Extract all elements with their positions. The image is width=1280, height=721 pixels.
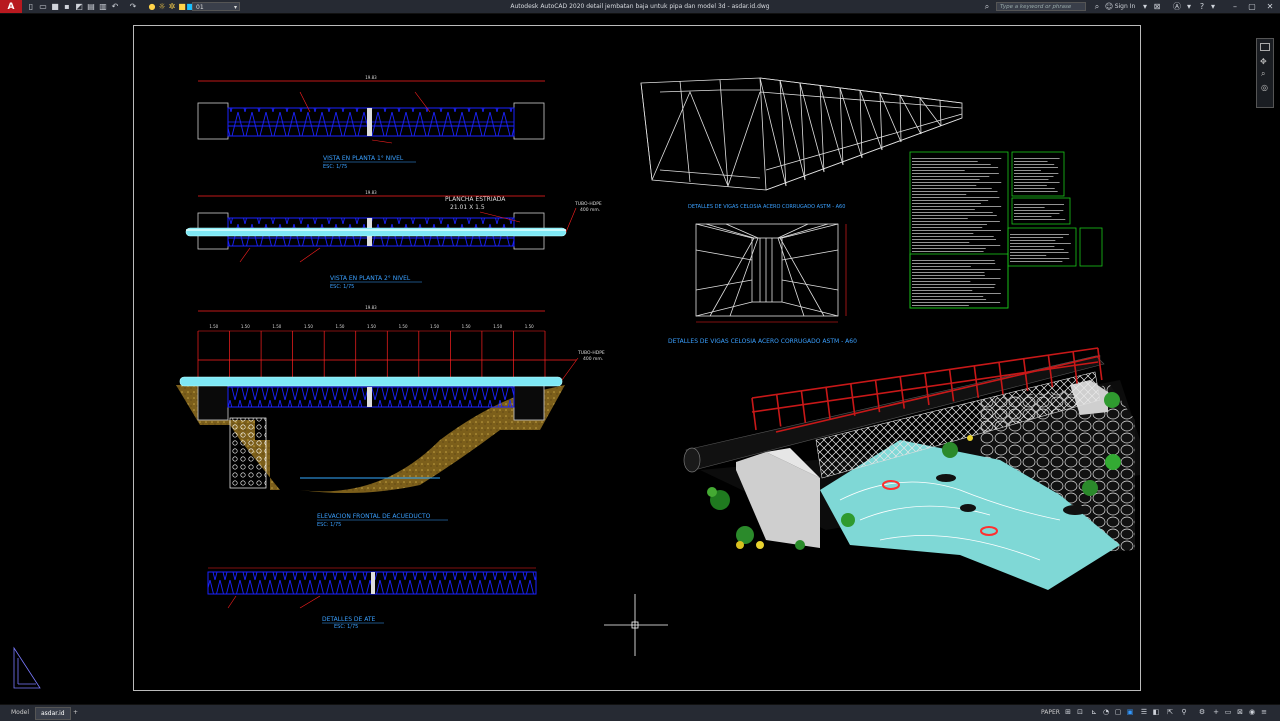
spacing-label: 1.50 [430,324,439,329]
help-icon[interactable]: ? [1197,0,1207,13]
plan-view-level-2: 19.83 PLANCHA ESTRIADA 21.01 X 1.5 TUBO-… [185,190,602,290]
snap-icon[interactable]: ⊡ [1076,708,1084,717]
truss-detail: DETALLES DE ATE ESC: 1/75 [207,567,537,630]
tubo-label-1: TUBO-HDPE [574,201,602,207]
spacing-label: 1.50 [399,324,408,329]
web-icon[interactable]: ◩ [74,0,84,13]
freeze-icon[interactable]: ✲ [167,0,177,13]
print-icon[interactable]: ▤ [86,0,96,13]
polar-icon[interactable]: ◔ [1102,708,1110,717]
elevation-scale: ESC: 1/75 [317,522,341,528]
new-file-icon[interactable]: ▯ [26,0,36,13]
plan2-scale: ESC: 1/75 [330,284,354,290]
bridge-3d-model [683,347,1140,590]
annotation-scale-icon[interactable]: ⚲ [1180,708,1188,717]
maximize-icon[interactable]: ▢ [1247,0,1257,13]
dim-top-1: 19.83 [365,75,377,80]
selection-cycling-icon[interactable]: ⇱ [1166,708,1174,717]
chevron-down-icon[interactable]: ▾ [1140,0,1150,13]
ortho-icon[interactable]: ⊾ [1090,708,1098,717]
sign-in-button[interactable]: Sign In [1113,0,1137,13]
search-input[interactable]: Type a keyword or phrase [996,2,1086,11]
minimize-icon[interactable]: – [1230,0,1240,13]
drawing-canvas[interactable]: ✥ ⌕ ◎ 19.83 VISTA EN PLANTA 1° NIVEL ESC… [0,14,1280,704]
plot-icon[interactable]: ▥ [98,0,108,13]
light-bulb-icon[interactable]: ● [147,0,157,13]
tubo-label-2: TUBO-HDPE [577,350,605,356]
application-menu-button[interactable]: A [0,0,22,13]
plan1-title: VISTA EN PLANTA 1° NIVEL [323,155,404,162]
autodesk-a360-icon[interactable]: Ⓐ [1172,0,1182,13]
ucs-icon [13,646,41,689]
plan2-title: VISTA EN PLANTA 2° NIVEL [330,275,411,282]
status-bar: Model asdar.id + PAPER ⊞ ⊡ ⊾ ◔ ▢ ▣ ☰ ◧ ⇱… [0,704,1280,721]
save-icon[interactable]: ■ [50,0,60,13]
tubo-size-2: 400 mm. [583,356,603,362]
sun-icon[interactable]: ☼ [157,0,167,13]
title-bar: A ▯ ▭ ■ ▪ ◩ ▤ ▥ ↶ ↷ ● ☼ ✲ ■ ■ 01 ▾ Autode… [0,0,1280,14]
annotation-monitor-icon[interactable]: + [1212,708,1220,717]
layer-dropdown[interactable]: 01 ▾ [192,2,240,11]
spacing-label: 1.50 [304,324,313,329]
isolate-objects-icon[interactable]: ◉ [1248,708,1256,717]
elevation-title: ELEVACION FRONTAL DE ACUEDUCTO [317,513,431,520]
spacing-label: 1.50 [462,324,471,329]
help-dropdown-icon[interactable]: ▾ [1208,0,1218,13]
units-icon[interactable]: ▭ [1224,708,1232,717]
open-file-icon[interactable]: ▭ [38,0,48,13]
plan-view-level-1: 19.83 VISTA EN PLANTA 1° NIVEL ESC: 1/75 [197,75,545,170]
notes-text-block [912,158,1071,306]
detail-title: DETALLES DE ATE [322,616,376,623]
grid-icon[interactable]: ⊞ [1064,708,1072,717]
add-layout-icon[interactable]: + [68,707,83,718]
section-title: DETALLES DE VIGAS CELOSIA ACERO CORRUGAD… [668,338,857,345]
spacing-label: 1.50 [241,324,250,329]
spacing-label: 1.50 [525,324,534,329]
redo-icon[interactable]: ↷ [128,0,138,13]
spacing-label: 1.50 [336,324,345,329]
chevron-down-icon: ▾ [233,4,237,11]
workspace-gear-icon[interactable]: ⚙ [1198,708,1206,717]
dropdown-icon[interactable]: ▾ [1184,0,1194,13]
paper-space-toggle[interactable]: PAPER [1036,707,1065,718]
tab-layout[interactable]: asdar.id [35,707,71,720]
tab-model[interactable]: Model [6,707,34,718]
crosshair-cursor [604,594,668,656]
transparency-icon[interactable]: ◧ [1152,708,1160,717]
tubo-size-1: 400 mm. [580,207,600,213]
spacing-label: 1.50 [367,324,376,329]
binoculars-icon[interactable]: ⌕ [982,0,992,13]
dim-top-3: 19.83 [365,305,377,310]
layer-value: 01 [196,4,204,11]
front-elevation: 19.83 1.50 1.50 1.50 1.50 1.50 1.50 1.50 1.50 1.… [176,305,605,528]
save-as-icon[interactable]: ▪ [62,0,72,13]
spacing-labels: 1.50 1.50 1.50 1.50 1.50 1.50 1.50 1.50 1.50 1.50… [209,324,534,329]
plancha-dims: 21.01 X 1.5 [450,204,485,211]
truss3d-title: DETALLES DE VIGAS CELOSIA ACERO CORRUGAD… [688,204,845,210]
spacing-label: 1.50 [272,324,281,329]
close-icon[interactable]: ✕ [1265,0,1275,13]
spacing-label: 1.50 [493,324,502,329]
cart-icon[interactable]: ⊠ [1152,0,1162,13]
plancha-label: PLANCHA ESTRIADA [445,196,506,203]
detail-scale: ESC: 1/75 [334,624,358,630]
dim-top-2: 19.83 [365,190,377,195]
quick-properties-icon[interactable]: ⊠ [1236,708,1244,717]
truss-section-view [695,223,839,317]
spacing-label: 1.50 [209,324,218,329]
customization-menu-icon[interactable]: ≡ [1260,708,1268,717]
osnap-icon[interactable]: ▢ [1114,708,1122,717]
cad-drawing: 19.83 VISTA EN PLANTA 1° NIVEL ESC: 1/75… [13,75,1140,689]
plan1-scale: ESC: 1/75 [323,164,347,170]
search-icon[interactable]: ⌕ [1092,0,1102,13]
otrack-icon[interactable]: ▣ [1126,708,1134,717]
undo-icon[interactable]: ↶ [110,0,120,13]
lineweight-icon[interactable]: ☰ [1140,708,1148,717]
